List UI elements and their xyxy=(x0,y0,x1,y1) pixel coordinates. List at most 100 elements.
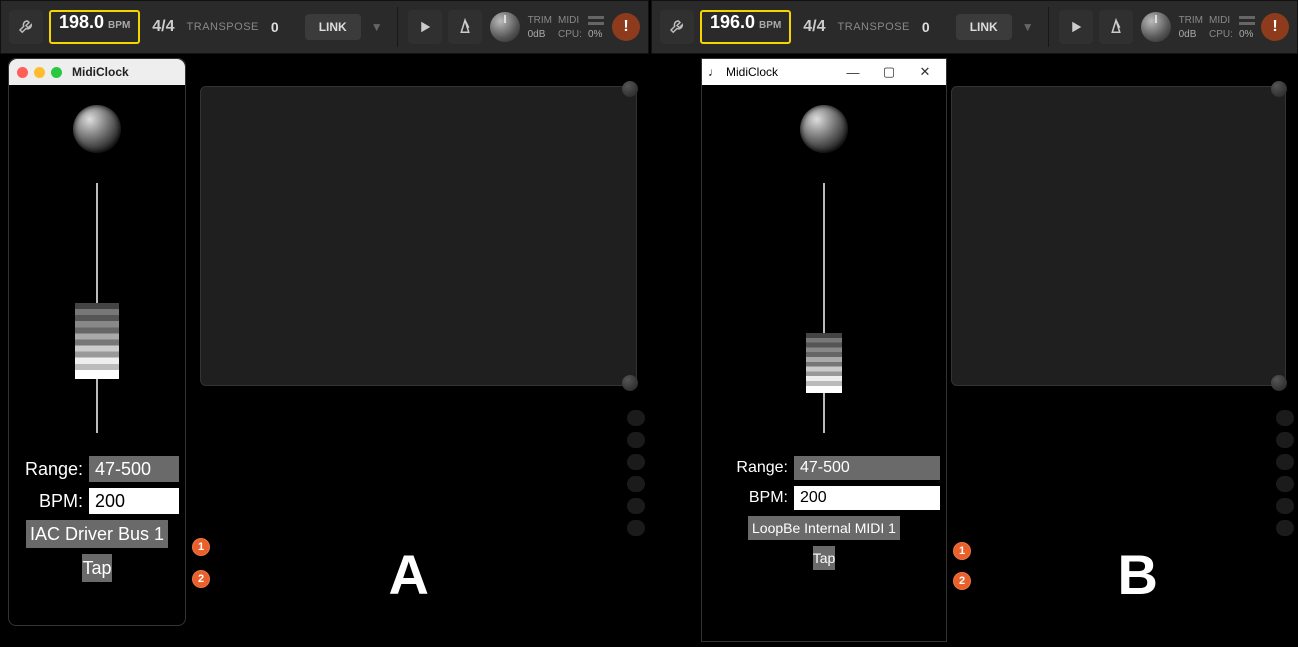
zoom-icon[interactable] xyxy=(51,67,62,78)
bpm-field[interactable]: 200 xyxy=(794,486,940,510)
trim-label: TRIM xyxy=(1179,15,1203,26)
transpose-value[interactable]: 0 xyxy=(916,19,936,35)
close-icon[interactable]: ✕ xyxy=(910,64,940,80)
trim-label: TRIM xyxy=(528,15,552,26)
tempo-light-orb xyxy=(73,105,121,153)
time-signature[interactable]: 4/4 xyxy=(797,18,831,36)
midi-activity-icon xyxy=(1239,16,1255,25)
midiclock-window-mac: MidiClock Range: 47-500 BPM: 200 IAC Dri… xyxy=(8,58,186,626)
callout-2: 2 xyxy=(192,570,210,588)
play-button[interactable] xyxy=(408,10,442,44)
play-icon xyxy=(416,18,434,36)
panel-a: 198.0 BPM 4/4 TRANSPOSE 0 LINK ▼ TRIM 0d… xyxy=(0,0,649,647)
range-field[interactable]: 47-500 xyxy=(794,456,940,480)
bpm-display[interactable]: 196.0 BPM xyxy=(700,10,791,44)
tempo-light-orb xyxy=(800,105,848,153)
window-titlebar[interactable]: MidiClock xyxy=(9,59,185,85)
trim-knob[interactable] xyxy=(1141,12,1171,42)
transpose-label: TRANSPOSE xyxy=(187,21,259,33)
app-icon: ♩ xyxy=(708,65,720,79)
transpose-value[interactable]: 0 xyxy=(265,19,285,35)
range-label: Range: xyxy=(15,459,83,480)
panel-b: 196.0 BPM 4/4 TRANSPOSE 0 LINK ▼ TRIM 0d… xyxy=(649,0,1298,647)
range-row: Range: 47-500 xyxy=(702,453,946,483)
callout-1: 1 xyxy=(953,542,971,560)
bpm-field-label: BPM: xyxy=(15,491,83,512)
settings-icon-button[interactable] xyxy=(660,10,694,44)
window-title: MidiClock xyxy=(72,65,129,79)
range-field[interactable]: 47-500 xyxy=(89,456,179,482)
panel-letter: B xyxy=(1118,542,1158,607)
metronome-button[interactable] xyxy=(1099,10,1133,44)
bpm-row: BPM: 200 xyxy=(9,485,185,517)
bpm-value: 196.0 xyxy=(710,12,755,33)
bpm-field[interactable]: 200 xyxy=(89,488,179,514)
callout-2: 2 xyxy=(953,572,971,590)
midiclock-window-win: ♩ MidiClock — ▢ ✕ Range: 47-500 BPM: 200… xyxy=(701,58,947,642)
wrench-icon xyxy=(668,18,686,36)
bpm-unit-label: BPM xyxy=(108,20,130,31)
right-rail-slots xyxy=(627,410,645,536)
right-rail-slots xyxy=(1276,410,1294,536)
minimize-icon[interactable] xyxy=(34,67,45,78)
midi-label: MIDI xyxy=(558,15,582,26)
bpm-value: 198.0 xyxy=(59,12,104,33)
link-button[interactable]: LINK xyxy=(956,14,1012,40)
midiclock-body: Range: 47-500 BPM: 200 IAC Driver Bus 1 … xyxy=(9,85,185,625)
tempo-slider[interactable] xyxy=(96,183,98,433)
transpose-label: TRANSPOSE xyxy=(838,21,910,33)
viewport-dial-top[interactable] xyxy=(622,81,638,97)
warning-icon[interactable]: ! xyxy=(612,13,640,41)
midiclock-body: Range: 47-500 BPM: 200 LoopBe Internal M… xyxy=(702,85,946,641)
main-toolbar: 198.0 BPM 4/4 TRANSPOSE 0 LINK ▼ TRIM 0d… xyxy=(0,0,649,54)
window-titlebar[interactable]: ♩ MidiClock — ▢ ✕ xyxy=(702,59,946,85)
trim-knob[interactable] xyxy=(490,12,520,42)
link-button[interactable]: LINK xyxy=(305,14,361,40)
minimize-icon[interactable]: — xyxy=(838,65,868,80)
time-signature[interactable]: 4/4 xyxy=(146,18,180,36)
settings-icon-button[interactable] xyxy=(9,10,43,44)
viewport-dial-top[interactable] xyxy=(1271,81,1287,97)
warning-icon[interactable]: ! xyxy=(1261,13,1289,41)
trim-readout: TRIM 0dB xyxy=(1139,14,1203,40)
bpm-display[interactable]: 198.0 BPM xyxy=(49,10,140,44)
tap-button[interactable]: Tap xyxy=(82,554,111,582)
midi-cpu-readout: MIDI CPU: 0% xyxy=(1209,14,1255,40)
tempo-slider-thumb[interactable] xyxy=(806,333,842,393)
range-row: Range: 47-500 xyxy=(9,453,185,485)
midi-driver-select[interactable]: LoopBe Internal MIDI 1 xyxy=(748,516,900,540)
main-viewport xyxy=(951,86,1286,386)
midi-driver-select[interactable]: IAC Driver Bus 1 xyxy=(26,520,168,548)
bpm-unit-label: BPM xyxy=(759,20,781,31)
window-title: MidiClock xyxy=(726,65,832,79)
trim-value: 0dB xyxy=(1179,29,1203,40)
cpu-label: CPU: xyxy=(558,29,582,40)
bpm-row: BPM: 200 xyxy=(702,483,946,513)
main-toolbar: 196.0 BPM 4/4 TRANSPOSE 0 LINK ▼ TRIM 0d… xyxy=(651,0,1298,54)
panel-letter: A xyxy=(389,542,429,607)
bpm-field-label: BPM: xyxy=(708,489,788,507)
close-icon[interactable] xyxy=(17,67,28,78)
chevron-down-icon[interactable]: ▼ xyxy=(367,20,387,34)
midi-label: MIDI xyxy=(1209,15,1233,26)
cpu-value: 0% xyxy=(1239,29,1255,40)
chevron-down-icon[interactable]: ▼ xyxy=(1018,20,1038,34)
tempo-slider-thumb[interactable] xyxy=(75,303,119,379)
tap-button[interactable]: Tap xyxy=(813,546,836,570)
maximize-icon[interactable]: ▢ xyxy=(874,64,904,80)
play-button[interactable] xyxy=(1059,10,1093,44)
range-label: Range: xyxy=(708,459,788,477)
cpu-label: CPU: xyxy=(1209,29,1233,40)
metronome-icon xyxy=(456,18,474,36)
midi-activity-icon xyxy=(588,16,604,25)
viewport-dial-bottom[interactable] xyxy=(622,375,638,391)
main-viewport xyxy=(200,86,637,386)
metronome-button[interactable] xyxy=(448,10,482,44)
midi-cpu-readout: MIDI CPU: 0% xyxy=(558,14,604,40)
trim-value: 0dB xyxy=(528,29,552,40)
wrench-icon xyxy=(17,18,35,36)
cpu-value: 0% xyxy=(588,29,604,40)
viewport-dial-bottom[interactable] xyxy=(1271,375,1287,391)
trim-readout: TRIM 0dB xyxy=(488,14,552,40)
tempo-slider[interactable] xyxy=(823,183,825,433)
